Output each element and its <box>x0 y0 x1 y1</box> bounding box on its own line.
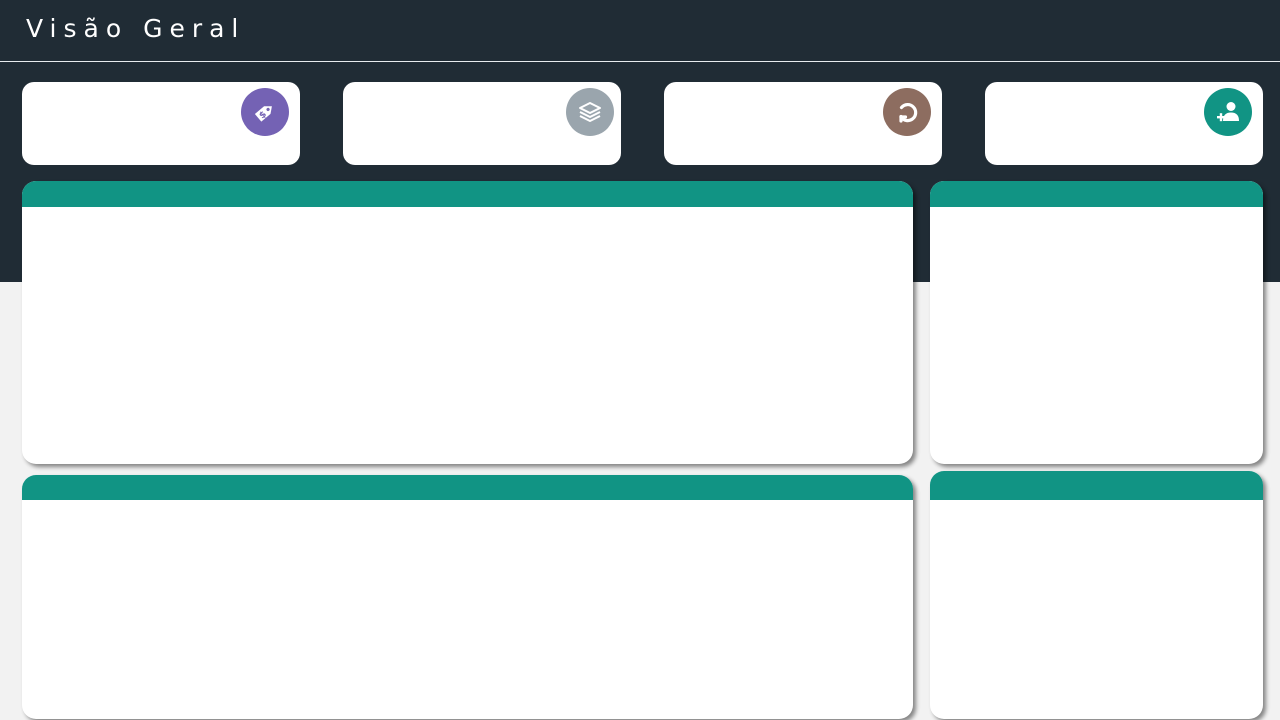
kpi-card-1[interactable]: $ <box>22 82 300 165</box>
kpi-card-3[interactable] <box>664 82 942 165</box>
top-header: Visão Geral <box>0 0 1280 62</box>
panel-header <box>930 471 1263 500</box>
panel-header <box>22 181 913 207</box>
kpi-card-4[interactable] <box>985 82 1263 165</box>
panel-header <box>930 181 1263 207</box>
side-panel-top <box>930 181 1263 464</box>
layers-icon <box>566 88 614 136</box>
user-add-icon <box>1204 88 1252 136</box>
main-chart-panel <box>22 181 913 464</box>
bottom-chart-panel <box>22 475 913 719</box>
refresh-icon <box>883 88 931 136</box>
kpi-card-2[interactable] <box>343 82 621 165</box>
panel-header <box>22 475 913 500</box>
side-panel-bottom <box>930 471 1263 719</box>
price-tag-dollar-icon: $ <box>241 88 289 136</box>
page-title: Visão Geral <box>26 14 246 43</box>
